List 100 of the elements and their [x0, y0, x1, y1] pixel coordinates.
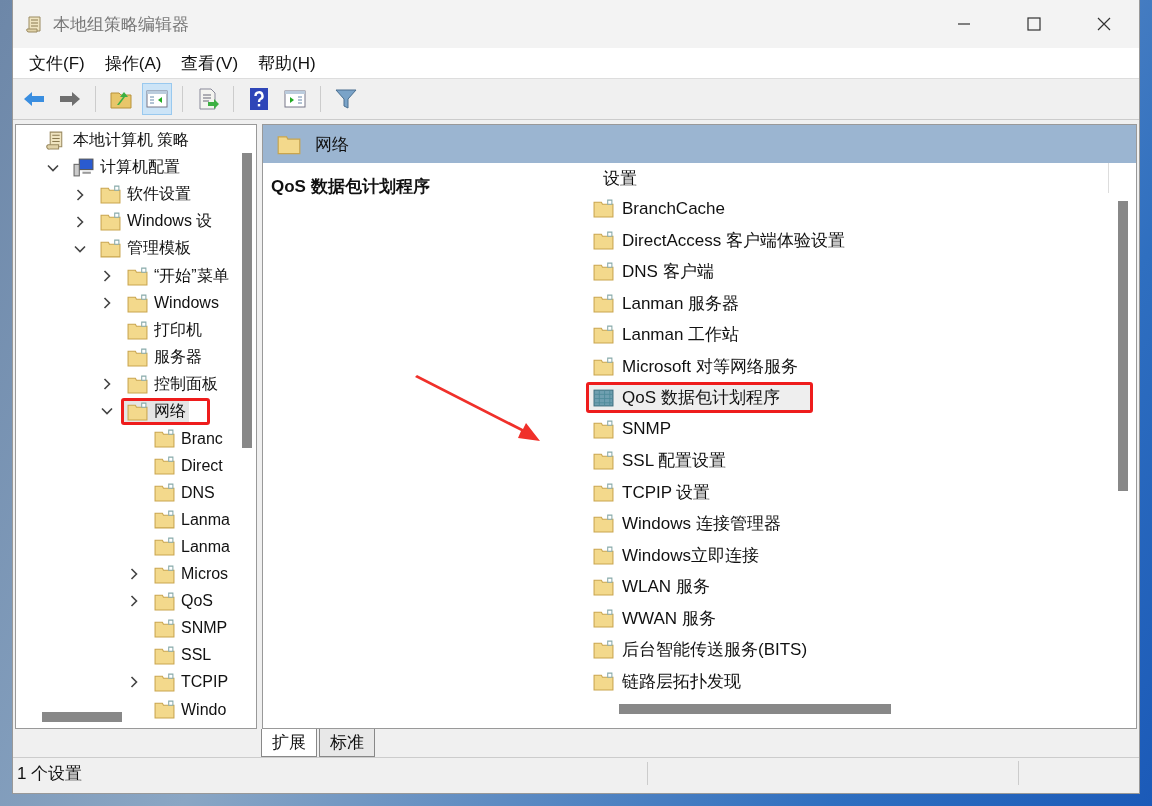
scrollbar-thumb[interactable]: [42, 712, 122, 722]
list-item[interactable]: DNS 客户端: [589, 259, 744, 285]
chevron-right-icon[interactable]: [101, 378, 113, 391]
folder-icon: [100, 239, 121, 259]
folder-icon: [127, 266, 148, 286]
list-item[interactable]: BranchCache: [589, 196, 755, 222]
list-item[interactable]: TCPIP 设置: [589, 479, 741, 505]
folder-icon: [593, 230, 614, 250]
folder-icon: [154, 591, 175, 611]
tree-item[interactable]: DNS: [151, 482, 218, 504]
tree-item[interactable]: QoS: [151, 590, 216, 612]
folder-icon: [593, 577, 614, 597]
tree-item[interactable]: 打印机: [124, 319, 205, 341]
folder-icon: [593, 514, 614, 534]
tree-item[interactable]: Lanma: [151, 536, 233, 558]
chevron-right-icon[interactable]: [128, 568, 140, 581]
list-item[interactable]: Windows 连接管理器: [589, 511, 811, 537]
folder-icon: [593, 545, 614, 565]
list-item[interactable]: Lanman 服务器: [589, 290, 770, 316]
tab[interactable]: 扩展: [261, 729, 317, 757]
folder-icon: [154, 672, 175, 692]
tree-item[interactable]: Windo: [151, 699, 230, 720]
menu-item[interactable]: 操作(A): [94, 51, 172, 75]
close-icon[interactable]: [1097, 17, 1111, 31]
list-item[interactable]: SNMP: [589, 416, 702, 442]
list-item[interactable]: Microsoft 对等网络服务: [589, 353, 828, 379]
folder-icon: [127, 374, 148, 394]
folder-icon: [154, 510, 175, 530]
window-title: 本地组策略编辑器: [53, 13, 189, 36]
list-item[interactable]: 后台智能传送服务(BITS): [589, 637, 838, 663]
menu-item[interactable]: 帮助(H): [248, 51, 326, 75]
chevron-right-icon[interactable]: [128, 676, 140, 689]
description-title: QoS 数据包计划程序: [271, 177, 430, 196]
tree-item[interactable]: 计算机配置: [70, 157, 183, 179]
folder-icon: [154, 645, 175, 665]
tree-item[interactable]: Micros: [151, 563, 232, 585]
folder-icon: [593, 608, 614, 628]
scrollbar-thumb[interactable]: [619, 704, 891, 714]
folder-icon: [154, 700, 175, 719]
folder-icon: [593, 640, 614, 660]
tree-item[interactable]: “开始”菜单: [124, 265, 232, 287]
folder-icon: [127, 402, 148, 421]
tree-item[interactable]: Branc: [151, 428, 226, 450]
list-item[interactable]: DirectAccess 客户端体验设置: [589, 227, 875, 253]
chevron-right-icon[interactable]: [74, 215, 86, 228]
scrollbar-thumb[interactable]: [1118, 201, 1128, 491]
folder-icon: [100, 212, 121, 232]
tree-item[interactable]: Windows: [124, 292, 222, 314]
tree-item[interactable]: SSL: [151, 644, 215, 666]
tree-item[interactable]: Windows 设: [97, 211, 216, 233]
folder-icon: [154, 537, 175, 557]
list-item[interactable]: Windows立即连接: [589, 542, 789, 568]
chevron-right-icon[interactable]: [101, 270, 113, 282]
folder-icon: [154, 618, 175, 638]
tab[interactable]: 标准: [319, 729, 375, 757]
list-item[interactable]: 链路层拓扑发现: [589, 668, 771, 694]
folder-icon: [593, 482, 614, 502]
menu-item[interactable]: 查看(V): [171, 51, 249, 75]
header-title: 网络: [315, 133, 349, 156]
maximize-icon[interactable]: [1027, 17, 1041, 31]
computer-icon: [73, 158, 94, 178]
chevron-right-icon[interactable]: [128, 595, 140, 608]
folder-icon: [593, 325, 614, 345]
list-item[interactable]: SSL 配置设置: [589, 448, 757, 474]
tree-item[interactable]: 控制面板: [124, 373, 221, 395]
folder-icon: [277, 133, 301, 155]
list-item[interactable]: WWAN 服务: [589, 605, 746, 631]
folder-icon: [593, 293, 614, 313]
folder-icon: [154, 456, 175, 476]
list-item[interactable]: QoS 数据包计划程序: [589, 385, 810, 411]
folder-icon: [154, 429, 175, 449]
folder-icon: [593, 356, 614, 376]
tree-item[interactable]: 软件设置: [97, 184, 194, 206]
folder-icon: [593, 419, 614, 439]
folder-icon: [127, 347, 148, 367]
tree-item[interactable]: SNMP: [151, 617, 231, 639]
menu-item[interactable]: 文件(F): [19, 51, 95, 75]
chevron-right-icon[interactable]: [101, 297, 113, 310]
scrollbar-thumb[interactable]: [242, 153, 252, 448]
folder-icon: [593, 671, 614, 691]
tree-item[interactable]: 服务器: [124, 346, 205, 368]
status-text: 1 个设置: [13, 761, 648, 785]
folder-icon: [154, 483, 175, 503]
chevron-right-icon[interactable]: [74, 188, 86, 201]
folder-icon: [593, 199, 614, 219]
tree-item[interactable]: Lanma: [151, 509, 233, 531]
folder-icon: [127, 320, 148, 340]
folder-icon: [593, 262, 614, 282]
list-item[interactable]: Lanman 工作站: [589, 322, 770, 348]
folder-icon: [100, 185, 121, 205]
folder-icon: [154, 564, 175, 584]
tree-item[interactable]: Direct: [151, 455, 226, 477]
tree-item[interactable]: TCPIP: [151, 671, 232, 693]
tree-item[interactable]: 本地计算机 策略: [43, 130, 193, 152]
grid-icon: [593, 388, 614, 408]
list-item[interactable]: WLAN 服务: [589, 574, 740, 600]
column-header[interactable]: 设置: [603, 166, 637, 190]
tree-item[interactable]: 网络: [124, 401, 189, 422]
tree-item[interactable]: 管理模板: [97, 238, 194, 260]
folder-icon: [127, 293, 148, 313]
